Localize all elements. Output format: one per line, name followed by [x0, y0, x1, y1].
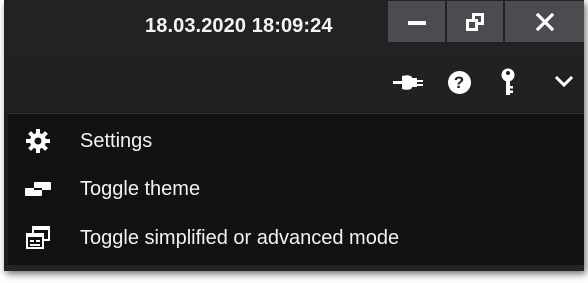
close-button[interactable] [505, 1, 584, 42]
dropdown-menu: Settings Toggle theme Toggle simplified … [8, 113, 584, 266]
menu-item-label: Settings [80, 129, 153, 152]
toggle-theme-icon [25, 182, 51, 196]
menu-item-settings[interactable]: Settings [8, 118, 584, 164]
menu-item-label: Toggle simplified or advanced mode [80, 226, 400, 249]
mode-windows-icon [26, 226, 50, 249]
plug-button[interactable] [393, 69, 429, 95]
menu-item-toggle-mode[interactable]: Toggle simplified or advanced mode [8, 215, 584, 261]
app-window: 18.03.2020 18:09:24 ? Settings Toggle th… [4, 0, 584, 271]
key-icon [501, 68, 515, 95]
menu-toggle-button[interactable] [552, 69, 576, 95]
minimize-icon [407, 20, 426, 25]
toolbar: ? [4, 53, 584, 111]
minimize-button[interactable] [388, 1, 445, 42]
menu-item-toggle-theme[interactable]: Toggle theme [8, 166, 584, 212]
help-icon: ? [447, 70, 471, 94]
title-bar: 18.03.2020 18:09:24 [4, 0, 584, 53]
chevron-down-icon [555, 76, 573, 88]
restore-button[interactable] [447, 1, 503, 42]
screenshot-canvas: 18.03.2020 18:09:24 ? Settings Toggle th… [0, 0, 588, 283]
restore-icon [466, 12, 484, 31]
close-icon [535, 12, 554, 31]
menu-item-label: Toggle theme [80, 177, 201, 200]
datetime-display: 18.03.2020 18:09:24 [145, 15, 333, 37]
window-bottom-edge [4, 265, 584, 271]
help-button[interactable]: ? [444, 69, 474, 95]
gear-icon [26, 129, 50, 153]
plug-icon [393, 75, 423, 90]
key-button[interactable] [498, 68, 518, 95]
